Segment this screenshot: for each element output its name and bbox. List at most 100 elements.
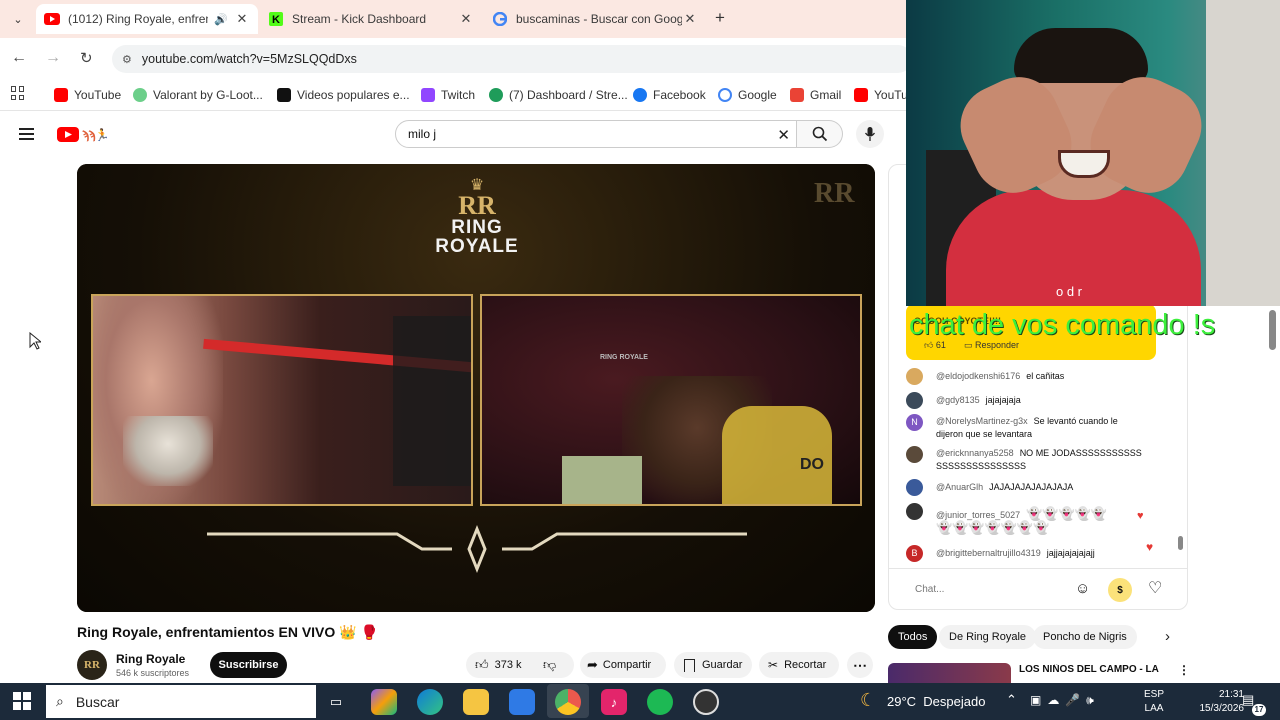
file-explorer-icon[interactable]	[463, 689, 489, 715]
clip-button[interactable]: ✂ Recortar	[768, 652, 826, 678]
chevron-right-icon[interactable]: ›	[1165, 628, 1170, 645]
spotify-icon[interactable]	[647, 689, 673, 715]
site-info-icon[interactable]: ⚙	[122, 53, 132, 66]
thumbs-down-icon: 👎︎	[543, 657, 557, 672]
emoji-ghost-icon: 👻👻👻👻👻	[1026, 506, 1108, 521]
chip-poncho[interactable]: Poncho de Nigris	[1033, 625, 1137, 649]
tab-youtube[interactable]: (1012) Ring Royale, enfrenta 🔊 ✕	[36, 4, 258, 34]
avatar	[906, 503, 923, 520]
tray-chevron-icon[interactable]: ⌃	[1006, 692, 1017, 708]
new-tab-button[interactable]: +	[710, 8, 730, 28]
page-scrollbar[interactable]	[1269, 310, 1276, 350]
avatar	[906, 446, 923, 463]
bookmark-icon	[684, 658, 695, 672]
address-bar[interactable]: ⚙ youtube.com/watch?v=5MzSLQQdDxs	[112, 45, 912, 73]
search-icon: ⌕	[56, 693, 64, 709]
windows-start-icon[interactable]	[13, 692, 31, 710]
task-view-icon[interactable]: ▭	[323, 689, 349, 715]
tray-icons[interactable]: ▣☁🎤🕪	[1030, 693, 1100, 708]
more-actions-button[interactable]: ⋯	[847, 652, 873, 678]
speaker-icon[interactable]: 🔊	[214, 13, 228, 26]
bookmark-valorant[interactable]: Valorant by G-Loot...	[133, 86, 263, 104]
share-icon: ➦	[587, 657, 598, 672]
scissors-icon: ✂	[768, 658, 779, 672]
more-options-icon[interactable]: ⋮	[1178, 663, 1190, 677]
menu-icon[interactable]	[19, 128, 34, 140]
dislike-button[interactable]: 👎︎	[543, 652, 556, 678]
back-icon[interactable]: ←	[11, 49, 27, 67]
doodle-icon: ϡϡ🏃	[82, 127, 110, 142]
right-camera-panel: RING ROYALE DO	[480, 294, 862, 506]
bookmark-twitch[interactable]: Twitch	[421, 86, 475, 104]
chat-input[interactable]: Chat...	[906, 576, 1071, 602]
thumbs-up-icon: 👍︎	[475, 657, 489, 672]
close-tab-icon[interactable]: ✕	[682, 11, 698, 27]
heart-reaction-icon: ♥	[1137, 510, 1144, 522]
subscriber-count: 546 k suscriptores	[116, 668, 190, 678]
obs-icon[interactable]	[693, 689, 719, 715]
microphone-icon	[864, 127, 876, 141]
search-input[interactable]: milo j ✕	[395, 120, 797, 148]
search-icon	[812, 126, 827, 142]
save-button[interactable]: Guardar	[684, 652, 742, 678]
youtube-icon	[854, 88, 868, 102]
ornament-graphic	[207, 524, 747, 574]
kick-icon: K	[268, 11, 284, 27]
tab-search-button[interactable]: ⌄	[8, 10, 28, 28]
bookmark-tiktok[interactable]: Videos populares e...	[277, 86, 410, 104]
facebook-icon	[633, 88, 647, 102]
gmail-icon	[790, 88, 804, 102]
emoji-icon[interactable]: ☺	[1075, 580, 1093, 598]
taskbar-search[interactable]: ⌕ Buscar	[46, 685, 316, 718]
forward-icon[interactable]: →	[45, 49, 61, 67]
voice-search-button[interactable]	[856, 120, 884, 148]
clear-search-icon[interactable]: ✕	[777, 126, 790, 144]
close-tab-icon[interactable]: ✕	[234, 11, 250, 27]
weather-text[interactable]: 29°C Despejado	[887, 694, 985, 709]
recommended-title[interactable]: LOS NIÑOS DEL CAMPO - LA	[1019, 664, 1169, 675]
chat-message: N @NorelysMartinez-g3x Se levantó cuando …	[906, 414, 1176, 441]
google-icon	[492, 11, 508, 27]
chat-message: @gdy8135 jajajajaja	[906, 392, 1176, 409]
bookmark-gmail[interactable]: Gmail	[790, 86, 841, 104]
copilot-icon[interactable]	[371, 689, 397, 715]
video-player[interactable]: ♛ RR RING ROYALE RR RING ROYALE DO	[77, 164, 875, 612]
webcam-overlay: o d r	[906, 0, 1280, 306]
share-button[interactable]: ➦ Compartir	[587, 652, 651, 678]
subscribe-button[interactable]: Suscribirse	[210, 652, 287, 678]
reload-icon[interactable]: ↻	[80, 49, 93, 67]
heart-icon[interactable]: ♡	[1148, 578, 1162, 598]
channel-name[interactable]: Ring Royale	[116, 652, 185, 666]
youtube-icon	[44, 11, 60, 27]
svg-text:K: K	[272, 14, 280, 26]
like-button[interactable]: 👍︎ 373 k	[475, 652, 522, 678]
store-icon[interactable]	[509, 689, 535, 715]
bookmark-facebook[interactable]: Facebook	[633, 86, 706, 104]
tab-google[interactable]: buscaminas - Buscar con Googl ✕	[484, 4, 706, 34]
chip-all[interactable]: Todos	[888, 625, 938, 649]
tiktok-icon[interactable]: ♪	[601, 689, 627, 715]
search-button[interactable]	[797, 120, 843, 148]
close-tab-icon[interactable]: ✕	[458, 11, 474, 27]
bookmark-dashboard[interactable]: (7) Dashboard / Stre...	[489, 86, 628, 104]
bookmark-youtube[interactable]: YouTube	[54, 86, 121, 104]
apps-icon[interactable]	[11, 86, 25, 100]
notification-badge: 17	[1252, 704, 1266, 716]
chip-ring-royale[interactable]: De Ring Royale	[939, 625, 1037, 649]
clock[interactable]: 21:31 15/3/2026	[1176, 688, 1245, 716]
avatar	[906, 479, 923, 496]
tab-title: (1012) Ring Royale, enfrenta	[68, 12, 209, 26]
channel-avatar[interactable]: RR	[77, 650, 107, 680]
edge-icon[interactable]	[417, 689, 443, 715]
super-chat-button[interactable]: $	[1108, 578, 1132, 602]
language-indicator[interactable]: ESP LAA	[1144, 688, 1164, 716]
bookmark-google[interactable]: Google	[718, 86, 777, 104]
chat-input-divider	[889, 568, 1187, 569]
recommended-thumbnail[interactable]	[888, 663, 1011, 683]
youtube-logo[interactable]: ϡϡ🏃	[57, 126, 121, 143]
tab-kick[interactable]: K Stream - Kick Dashboard ✕	[260, 4, 482, 34]
chat-scrollbar[interactable]	[1178, 536, 1183, 550]
chat-message: @ericknnanya5258 NO ME JODASSSSSSSSSSSSSS…	[906, 446, 1176, 473]
gloot-icon	[133, 88, 147, 102]
weather-moon-icon: ☾	[860, 690, 877, 710]
